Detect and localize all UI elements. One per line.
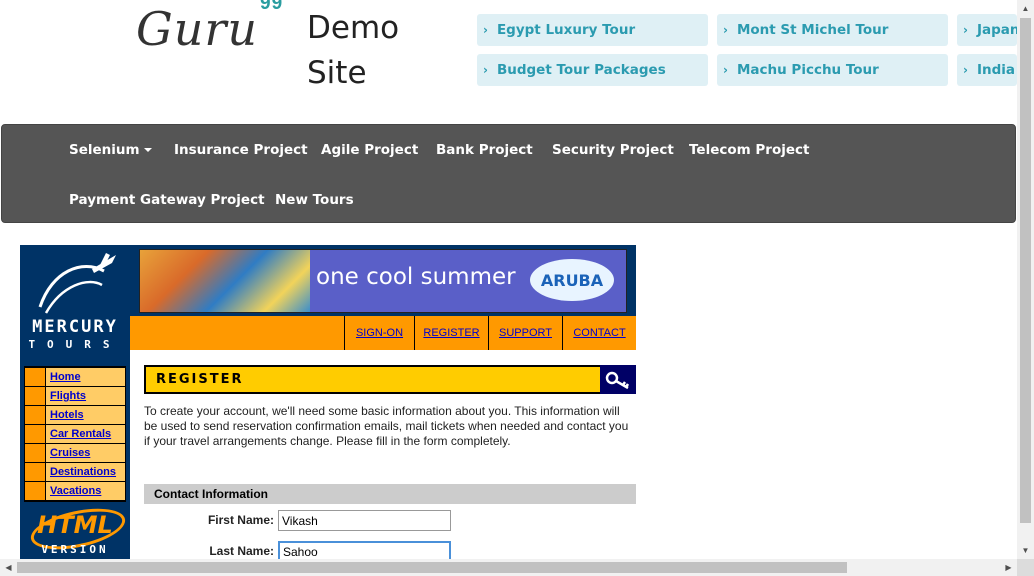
menu-item-car-rentals[interactable]: Car Rentals — [25, 425, 125, 443]
tour-link-budget[interactable]: › Budget Tour Packages — [477, 54, 708, 86]
tour-link-egypt[interactable]: › Egypt Luxury Tour — [477, 14, 708, 46]
mercury-sidebar: MERCURY TOURS Home Flights Hotels Car Re… — [20, 245, 130, 565]
menu-bullet — [25, 463, 45, 481]
key-icon — [600, 365, 636, 394]
menu-item-cruises[interactable]: Cruises — [25, 444, 125, 462]
tour-link-machu-picchu[interactable]: › Machu Picchu Tour — [717, 54, 948, 86]
link-sign-on[interactable]: SIGN-ON — [344, 316, 414, 350]
mercury-logo-line2: TOURS — [28, 338, 122, 351]
tour-link-label: Mont St Michel Tour — [736, 22, 889, 38]
guru99-logo[interactable]: Guru 99 — [136, 0, 284, 56]
tour-link-india[interactable]: › India — [957, 54, 1017, 86]
nav-selenium-dropdown[interactable]: Selenium — [69, 142, 152, 158]
menu-item-hotels[interactable]: Hotels — [25, 406, 125, 424]
logo-superscript: 99 — [260, 0, 284, 14]
last-name-label: Last Name: — [209, 544, 274, 558]
menu-item-vacations[interactable]: Vacations — [25, 482, 125, 500]
html-version-badge: HTML VERSION — [26, 501, 129, 559]
menu-label[interactable]: Car Rentals — [46, 425, 125, 443]
scroll-left-icon[interactable]: ◀ — [0, 559, 17, 576]
chevron-right-icon: › — [723, 23, 728, 37]
link-contact[interactable]: CONTACT — [562, 316, 636, 350]
nav-payment-gateway-project[interactable]: Payment Gateway Project — [69, 192, 265, 208]
menu-bullet — [25, 444, 45, 462]
scroll-down-icon[interactable]: ▼ — [1017, 542, 1034, 559]
register-intro-text: To create your account, we'll need some … — [144, 404, 629, 448]
nav-new-tours[interactable]: New Tours — [275, 192, 354, 208]
nav-label: Selenium — [69, 142, 140, 158]
menu-label[interactable]: Destinations — [46, 463, 125, 481]
nav-agile-project[interactable]: Agile Project — [321, 142, 418, 158]
main-navbar: Selenium Insurance Project Agile Project… — [1, 124, 1016, 223]
tour-link-label: Machu Picchu Tour — [736, 62, 879, 78]
chevron-right-icon: › — [963, 63, 968, 77]
chevron-right-icon: › — [483, 23, 488, 37]
html-badge-line2: VERSION — [41, 543, 109, 556]
vertical-scroll-thumb[interactable] — [1020, 18, 1031, 523]
chevron-right-icon: › — [963, 23, 968, 37]
menu-label[interactable]: Flights — [46, 387, 125, 405]
first-name-label: First Name: — [207, 513, 274, 527]
aruba-banner[interactable]: one cool summer ARUBA — [139, 249, 627, 313]
tour-link-label: Budget Tour Packages — [496, 62, 666, 78]
aruba-logo: ARUBA — [530, 259, 614, 301]
scrollbar-corner — [1017, 559, 1034, 576]
tour-link-label: Egypt Luxury Tour — [496, 22, 636, 38]
menu-label[interactable]: Hotels — [46, 406, 125, 424]
menu-bullet — [25, 482, 45, 500]
link-register[interactable]: REGISTER — [414, 316, 488, 350]
chevron-right-icon: › — [723, 63, 728, 77]
caret-down-icon — [143, 148, 152, 152]
nav-telecom-project[interactable]: Telecom Project — [689, 142, 809, 158]
html-badge-line1: HTML — [37, 511, 113, 539]
tour-link-mont-st-michel[interactable]: › Mont St Michel Tour — [717, 14, 948, 46]
register-header: REGISTER — [144, 365, 636, 394]
scroll-right-icon[interactable]: ▶ — [1000, 559, 1017, 576]
horizontal-scroll-thumb[interactable] — [17, 562, 847, 573]
menu-bullet — [25, 425, 45, 443]
banner-photo — [140, 250, 310, 312]
register-title: REGISTER — [156, 372, 244, 387]
menu-label[interactable]: Vacations — [46, 482, 125, 500]
vertical-scrollbar[interactable]: ▲ ▼ — [1017, 0, 1034, 559]
site-title: Demo Site — [307, 10, 400, 91]
key-icon-svg — [605, 371, 630, 389]
tour-link-japan[interactable]: › Japan — [957, 14, 1017, 46]
chevron-right-icon: › — [483, 63, 488, 77]
tour-link-label: India — [976, 62, 1015, 78]
logo-text: Guru — [136, 2, 258, 56]
banner-text: one cool summer — [316, 264, 516, 290]
mercury-logo-line1: MERCURY — [32, 317, 118, 337]
menu-bullet — [25, 387, 45, 405]
nav-security-project[interactable]: Security Project — [552, 142, 674, 158]
menu-item-destinations[interactable]: Destinations — [25, 463, 125, 481]
contact-info-header: Contact Information — [144, 484, 636, 504]
menu-item-home[interactable]: Home — [25, 368, 125, 386]
airplane-logo-icon — [38, 253, 116, 314]
scroll-up-icon[interactable]: ▲ — [1017, 0, 1034, 17]
nav-insurance-project[interactable]: Insurance Project — [174, 142, 308, 158]
horizontal-scrollbar[interactable]: ◀ ▶ — [0, 559, 1017, 576]
menu-item-flights[interactable]: Flights — [25, 387, 125, 405]
menu-label[interactable]: Home — [46, 368, 125, 386]
menu-bullet — [25, 368, 45, 386]
tour-link-label: Japan — [976, 22, 1017, 38]
mercury-menu: Home Flights Hotels Car Rentals Cruises … — [24, 366, 126, 502]
link-support[interactable]: SUPPORT — [488, 316, 562, 350]
menu-label[interactable]: Cruises — [46, 444, 125, 462]
menu-bullet — [25, 406, 45, 424]
nav-bank-project[interactable]: Bank Project — [436, 142, 533, 158]
first-name-field[interactable] — [278, 510, 451, 531]
